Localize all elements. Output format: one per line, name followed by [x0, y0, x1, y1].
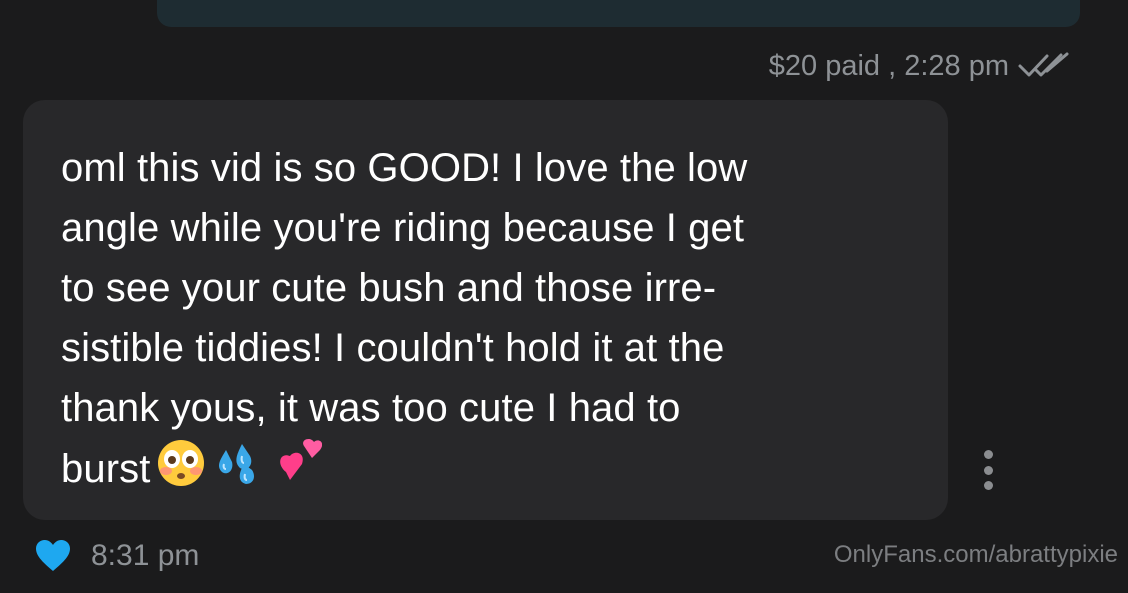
- kebab-menu-icon[interactable]: [978, 450, 998, 490]
- incoming-message-bubble[interactable]: oml this vid is so GOOD! I love the low …: [23, 100, 948, 520]
- heart-icon[interactable]: [35, 539, 71, 573]
- payment-and-time-label: $20 paid , 2:28 pm: [768, 50, 1009, 82]
- sweat-droplets-emoji: [212, 438, 264, 505]
- menu-dot: [983, 450, 993, 459]
- two-hearts-emoji: [270, 438, 323, 505]
- watermark: OnlyFans.com/abrattypixie: [833, 541, 1118, 568]
- menu-dot: [983, 481, 993, 490]
- incoming-message-meta: 8:31 pm: [35, 535, 199, 577]
- message-timestamp: 8:31 pm: [91, 539, 200, 572]
- flushed-face-emoji: [156, 438, 206, 505]
- message-text: oml this vid is so GOOD! I love the low …: [61, 138, 908, 505]
- double-check-icon: [1018, 52, 1069, 77]
- outgoing-message-meta: $20 paid , 2:28 pm: [769, 46, 1073, 86]
- chat-screen: $20 paid , 2:28 pm oml this vid is so GO…: [0, 0, 1128, 593]
- menu-dot: [983, 465, 993, 475]
- outgoing-message-bubble[interactable]: [157, 0, 1080, 27]
